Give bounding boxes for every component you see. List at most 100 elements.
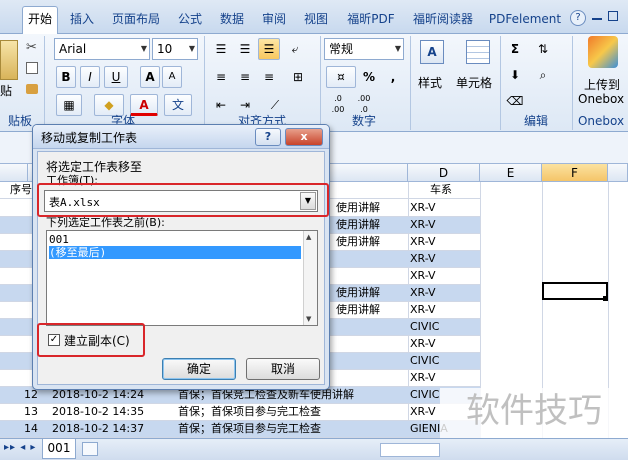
- cells-button-label[interactable]: 单元格: [456, 74, 492, 91]
- autosum-button[interactable]: Σ: [504, 38, 526, 60]
- dialog-title-bar[interactable]: 移动或复制工作表 ? x: [33, 125, 329, 149]
- tab-review[interactable]: 审阅: [256, 8, 292, 34]
- font-name-combo[interactable]: Arial ▼: [54, 38, 150, 60]
- number-group-label: 数字: [351, 114, 376, 128]
- cell-desc: 使用讲解: [336, 201, 380, 214]
- wrap-text-icon[interactable]: ⤶: [284, 38, 306, 60]
- paste-label[interactable]: 贴: [0, 82, 12, 99]
- percent-button[interactable]: %: [358, 66, 380, 88]
- listbox-scrollbar[interactable]: ▲ ▼: [303, 231, 317, 325]
- editing-group-label: 编辑: [523, 114, 548, 128]
- clear-icon[interactable]: ⌫: [504, 90, 526, 112]
- number-format-combo[interactable]: 常规 ▼: [324, 38, 404, 60]
- insert-sheet-icon[interactable]: [82, 442, 98, 456]
- cancel-button[interactable]: 取消: [246, 358, 320, 380]
- sheet-nav-arrows-icon[interactable]: ▸▸ ◂ ▸: [4, 442, 36, 453]
- tab-foxit-pdf[interactable]: 福昕PDF: [340, 8, 402, 34]
- align-middle-icon[interactable]: ☰: [234, 38, 256, 60]
- scroll-down-icon[interactable]: ▼: [306, 315, 311, 323]
- font-size-value: 10: [157, 42, 173, 56]
- shrink-font-button[interactable]: A: [162, 66, 182, 88]
- sheet-listbox[interactable]: 001 (移至最后) ▲ ▼: [46, 230, 318, 326]
- cell-desc: 使用讲解: [336, 286, 380, 299]
- ok-button[interactable]: 确定: [162, 358, 236, 380]
- minimize-icon[interactable]: [592, 18, 602, 20]
- cell-model: XR-V: [410, 269, 436, 282]
- align-center-icon[interactable]: ≡: [234, 66, 256, 88]
- find-select-icon[interactable]: ⌕: [530, 64, 556, 86]
- table-row[interactable]: 14 2018-10-2 14:37 首保；首保项目参与完工检查 GIENIA: [0, 421, 480, 438]
- header-cell-model: 车系: [430, 183, 452, 196]
- dialog-help-button[interactable]: ?: [255, 128, 281, 146]
- restore-icon[interactable]: [608, 11, 618, 21]
- cell-model: XR-V: [410, 371, 436, 384]
- currency-icon: ¤: [337, 70, 345, 84]
- styles-button-label[interactable]: 样式: [418, 74, 442, 91]
- table-row[interactable]: 13 2018-10-2 14:35 首保；首保项目参与完工检查 XR-V: [0, 404, 480, 421]
- cell-model: CIVIC: [410, 320, 440, 333]
- column-header-next[interactable]: [608, 164, 628, 182]
- ribbon-tab-bar: 开始 插入 页面布局 公式 数据 审阅 视图 福昕PDF 福昕阅读器 PDFel…: [0, 0, 628, 34]
- column-header-d[interactable]: D: [408, 164, 480, 182]
- sheet-tab-001[interactable]: 001: [42, 439, 76, 459]
- help-icon[interactable]: ?: [570, 10, 586, 26]
- corner-select-all[interactable]: [0, 164, 28, 182]
- tab-data[interactable]: 数据: [214, 8, 250, 34]
- horizontal-scrollbar[interactable]: [380, 443, 440, 457]
- tab-formulas[interactable]: 公式: [172, 8, 208, 34]
- currency-button[interactable]: ¤: [326, 66, 356, 88]
- cells-icon[interactable]: [466, 40, 490, 64]
- italic-button[interactable]: I: [80, 66, 100, 88]
- cell-model: XR-V: [410, 337, 436, 350]
- onebox-group-label: Onebox: [577, 114, 625, 128]
- comma-button[interactable]: ,: [382, 66, 404, 88]
- tab-pdfelement[interactable]: PDFelement: [486, 8, 564, 34]
- sort-filter-icon[interactable]: ⇅: [530, 38, 556, 60]
- tab-home[interactable]: 开始: [22, 6, 58, 34]
- align-bottom-icon[interactable]: ☰: [258, 38, 280, 60]
- scroll-up-icon[interactable]: ▲: [306, 233, 311, 241]
- align-top-icon[interactable]: ☰: [210, 38, 232, 60]
- group-separator: [500, 36, 501, 130]
- group-separator: [410, 36, 411, 130]
- cell-desc: 首保；首保项目参与完工检查: [178, 422, 321, 435]
- align-right-icon[interactable]: ≡: [258, 66, 280, 88]
- number-format-value: 常规: [329, 42, 354, 56]
- onebox-upload-label-2[interactable]: Onebox: [578, 92, 624, 106]
- group-separator: [572, 36, 573, 130]
- tab-foxit-reader[interactable]: 福昕阅读器: [406, 8, 480, 34]
- onebox-upload-label[interactable]: 上传到: [584, 76, 620, 93]
- styles-icon[interactable]: A: [420, 40, 444, 64]
- active-cell[interactable]: [542, 282, 608, 300]
- list-item-selected[interactable]: (移至最后): [49, 246, 301, 259]
- group-separator: [204, 36, 205, 130]
- underline-button[interactable]: U: [104, 66, 128, 88]
- onebox-logo-icon[interactable]: [588, 36, 618, 68]
- column-header-f[interactable]: F: [542, 164, 608, 182]
- copy-icon[interactable]: [26, 62, 38, 74]
- border-icon: ▦: [63, 98, 75, 112]
- chevron-down-icon: ▼: [394, 44, 401, 53]
- cut-icon[interactable]: ✂: [26, 40, 37, 55]
- merge-center-icon[interactable]: ⊞: [284, 66, 312, 88]
- tab-page-layout[interactable]: 页面布局: [106, 8, 166, 34]
- fill-icon[interactable]: ⬇: [504, 64, 526, 86]
- cell-num: 13: [24, 405, 38, 418]
- cell-desc: 首保；首保项目参与完工检查: [178, 405, 321, 418]
- tab-view[interactable]: 视图: [298, 8, 334, 34]
- tab-insert[interactable]: 插入: [64, 8, 100, 34]
- paste-icon[interactable]: [0, 40, 18, 80]
- align-left-icon[interactable]: ≡: [210, 66, 232, 88]
- cell-date: 2018-10-2 14:37: [52, 422, 145, 435]
- bold-button[interactable]: B: [56, 66, 76, 88]
- font-name-value: Arial: [59, 42, 87, 56]
- column-header-e[interactable]: E: [480, 164, 542, 182]
- fill-handle[interactable]: [603, 296, 608, 301]
- grow-font-button[interactable]: A: [140, 66, 160, 88]
- list-item[interactable]: 001: [49, 233, 301, 246]
- dialog-close-button[interactable]: x: [285, 128, 323, 146]
- font-size-combo[interactable]: 10 ▼: [152, 38, 198, 60]
- format-painter-icon[interactable]: [26, 84, 38, 94]
- chevron-down-icon: ▼: [140, 44, 147, 53]
- move-copy-sheet-dialog: 移动或复制工作表 ? x 将选定工作表移至 工作簿(T): 表A.xlsx ▼ …: [32, 124, 330, 390]
